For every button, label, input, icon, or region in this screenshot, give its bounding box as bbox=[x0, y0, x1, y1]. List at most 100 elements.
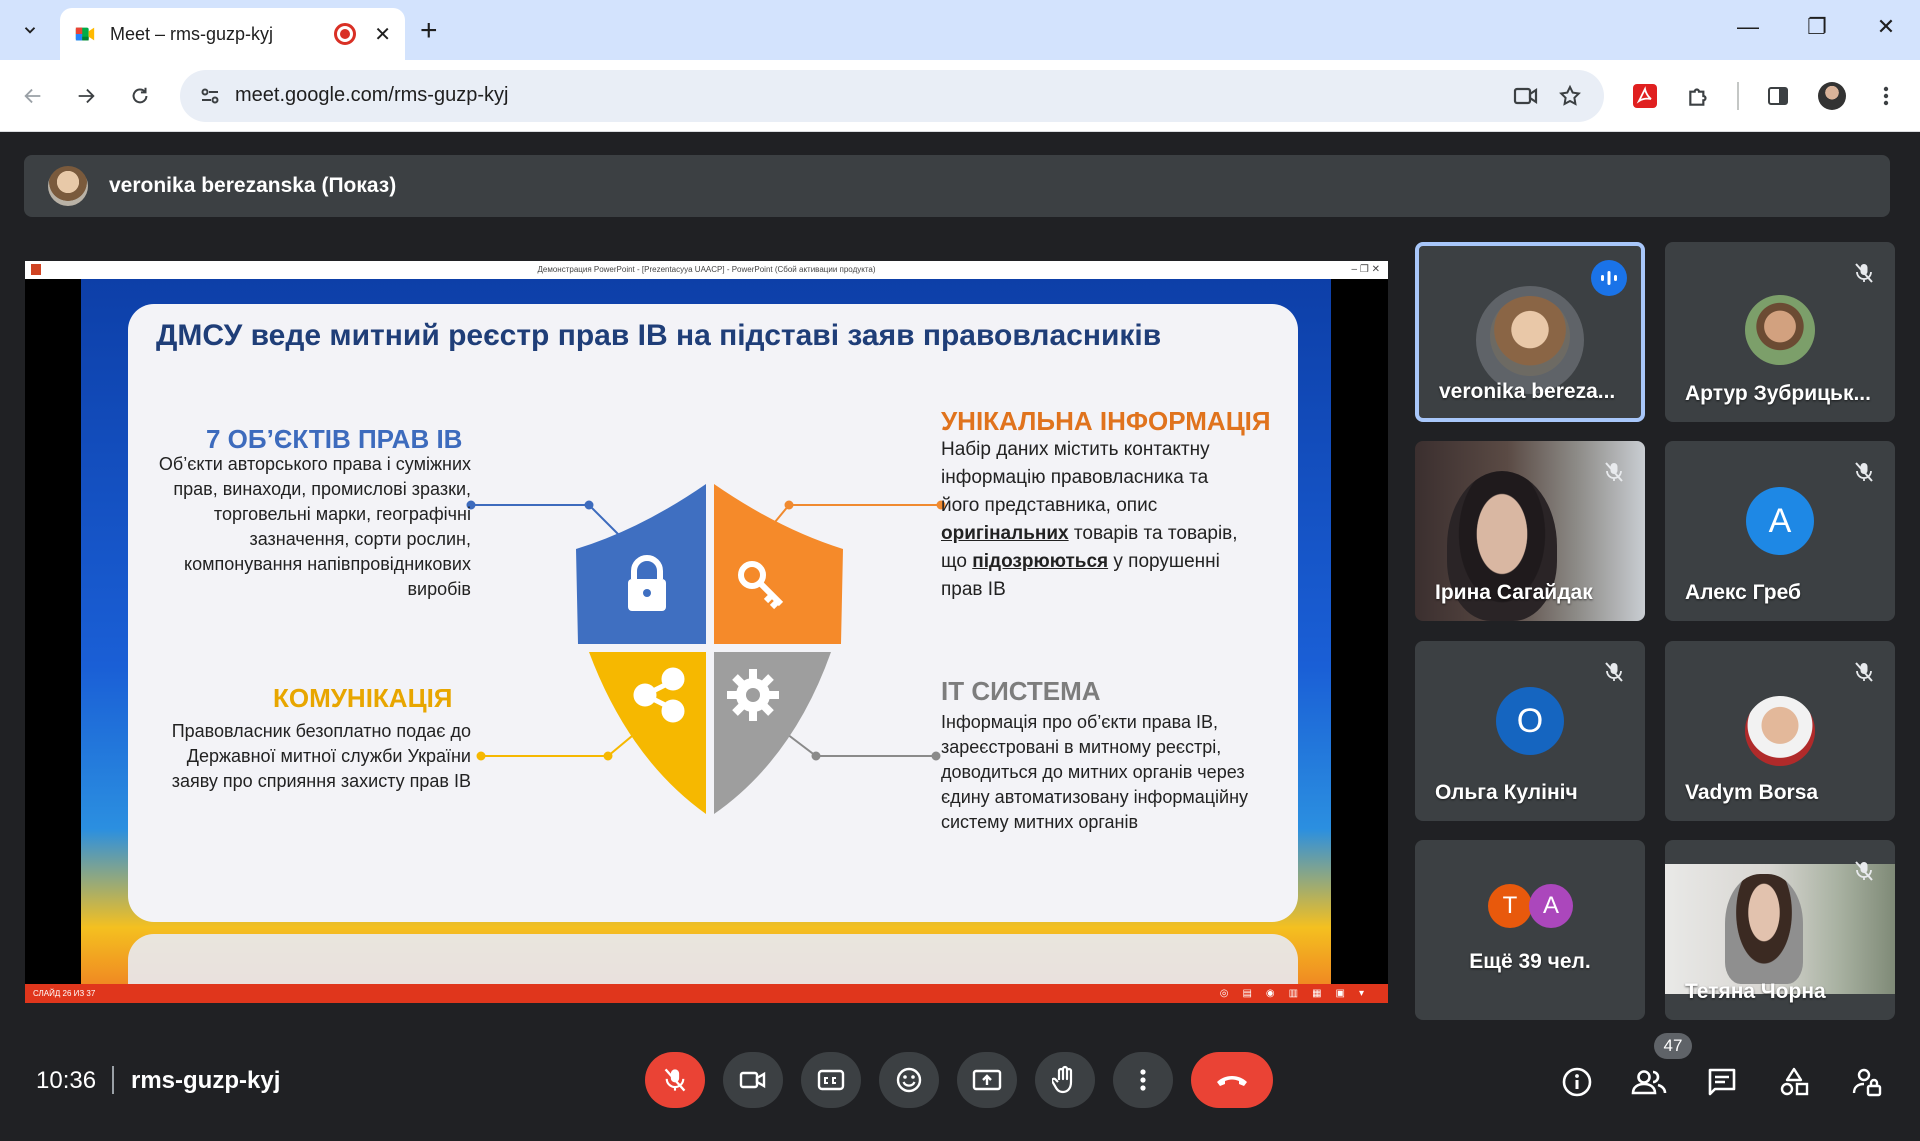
others-avatar-initial: T bbox=[1488, 884, 1532, 928]
ppt-window-title: Демонстрация PowerPoint - [Prezentacyya … bbox=[25, 261, 1388, 279]
shield-diagram bbox=[466, 484, 946, 814]
text-line: що підозрюються у порушенні bbox=[941, 548, 1291, 576]
toolbar-divider bbox=[1737, 82, 1739, 110]
participant-initial-avatar: A bbox=[1746, 487, 1814, 555]
shield-quadrant-yellow bbox=[589, 652, 706, 814]
browser-tab-meet[interactable]: Meet – rms-guzp-kyj ✕ bbox=[60, 8, 405, 60]
slide-counter: СЛАЙД 26 ИЗ 37 bbox=[33, 989, 96, 998]
more-vert-icon bbox=[1140, 1069, 1146, 1091]
ppt-view-controls[interactable]: ◎▤◉▥▦▣▾ bbox=[1220, 984, 1378, 1003]
bottom-bar-divider bbox=[112, 1066, 114, 1094]
text-line: Державної митної служби України bbox=[186, 746, 471, 766]
participant-name: Ольга Кулініч bbox=[1435, 781, 1578, 804]
present-screen-button[interactable] bbox=[957, 1052, 1017, 1108]
text-line: Правовласник безоплатно подає до bbox=[171, 721, 471, 741]
ppt-window-controls: – ❐ ✕ bbox=[1351, 264, 1380, 275]
back-button[interactable] bbox=[15, 78, 51, 114]
camera-toggle-button[interactable] bbox=[723, 1052, 783, 1108]
call-end-icon bbox=[1217, 1076, 1247, 1086]
text-line: його представника, опис bbox=[941, 495, 1158, 516]
address-bar[interactable]: meet.google.com/rms-guzp-kyj bbox=[180, 70, 1604, 122]
participant-tile[interactable]: Vadym Borsa bbox=[1665, 641, 1895, 821]
meeting-code: rms-guzp-kyj bbox=[131, 1067, 281, 1094]
mic-off-icon bbox=[1847, 455, 1881, 489]
reload-button[interactable] bbox=[122, 78, 158, 114]
text-line: торговельні марки, географічні bbox=[213, 504, 471, 524]
text-line: Інформація про об’єкти права ІВ, bbox=[941, 712, 1219, 732]
participant-name: Артур Зубрицьк... bbox=[1685, 382, 1871, 405]
people-button[interactable] bbox=[1631, 1064, 1667, 1100]
text-line: оригінальних товарів та товарів, bbox=[941, 520, 1291, 548]
meeting-clock: 10:36 bbox=[36, 1067, 97, 1094]
reactions-button[interactable] bbox=[879, 1052, 939, 1108]
close-tab-icon[interactable]: ✕ bbox=[374, 22, 391, 47]
participant-tile[interactable]: A Алекс Греб bbox=[1665, 441, 1895, 621]
activities-button[interactable] bbox=[1776, 1064, 1812, 1100]
browser-menu-icon[interactable] bbox=[1870, 80, 1902, 112]
leave-call-button[interactable] bbox=[1191, 1052, 1273, 1108]
video-camera-icon bbox=[739, 1071, 766, 1089]
browser-toolbar: meet.google.com/rms-guzp-kyj bbox=[0, 60, 1920, 132]
chat-button[interactable] bbox=[1704, 1064, 1740, 1100]
text-line: заяву про сприяння захисту прав ІВ bbox=[171, 771, 471, 791]
tab-title: Meet – rms-guzp-kyj bbox=[110, 23, 274, 44]
url-text: meet.google.com/rms-guzp-kyj bbox=[235, 84, 509, 106]
block-text-ip-objects: Об’єкти авторського права і суміжних пра… bbox=[126, 452, 471, 602]
google-meet-icon bbox=[75, 27, 95, 41]
bookmark-star-icon[interactable] bbox=[1554, 80, 1586, 112]
host-controls-button[interactable] bbox=[1849, 1064, 1885, 1100]
text-line: Об’єкти авторського права і суміжних bbox=[158, 454, 471, 474]
others-avatar-initial: A bbox=[1529, 884, 1573, 928]
powerpoint-icon bbox=[31, 264, 41, 275]
raise-hand-button[interactable] bbox=[1035, 1052, 1095, 1108]
participant-tile-speaking[interactable]: veronika bereza... bbox=[1415, 242, 1645, 422]
participant-avatar bbox=[1745, 696, 1815, 766]
site-settings-icon[interactable] bbox=[198, 84, 222, 108]
pdf-extension-icon[interactable] bbox=[1629, 80, 1661, 112]
minimize-window-button[interactable]: — bbox=[1728, 14, 1768, 40]
participant-tile[interactable]: O Ольга Кулініч bbox=[1415, 641, 1645, 821]
meeting-details-button[interactable] bbox=[1559, 1064, 1595, 1100]
shield-quadrant-gray bbox=[714, 652, 831, 814]
others-tile[interactable]: T A Ещё 39 чел. bbox=[1415, 840, 1645, 1020]
text-line: доводиться до митних органів через bbox=[941, 762, 1245, 782]
forward-button[interactable] bbox=[68, 78, 104, 114]
closed-captions-icon bbox=[817, 1069, 845, 1091]
connector-bottom-right bbox=[782, 730, 941, 761]
emphasis-suspected: підозрюються bbox=[972, 551, 1109, 572]
restore-window-button[interactable]: ❐ bbox=[1797, 14, 1837, 40]
tab-search-button[interactable] bbox=[10, 10, 50, 50]
profile-avatar[interactable] bbox=[1816, 80, 1848, 112]
arrow-left-icon bbox=[24, 88, 41, 104]
text-line: систему митних органів bbox=[941, 812, 1139, 832]
more-options-button[interactable] bbox=[1113, 1052, 1173, 1108]
side-panel-icon[interactable] bbox=[1762, 80, 1794, 112]
reload-icon bbox=[132, 87, 148, 104]
participant-tile[interactable]: Артур Зубрицьк... bbox=[1665, 242, 1895, 422]
new-tab-button[interactable]: + bbox=[420, 14, 438, 48]
activities-icon bbox=[1780, 1067, 1809, 1096]
participant-tile-video[interactable]: Ірина Сагайдак bbox=[1415, 441, 1645, 621]
captions-button[interactable] bbox=[801, 1052, 861, 1108]
slide: ДМСУ веде митний реєстр прав ІВ на підст… bbox=[81, 279, 1331, 984]
info-icon bbox=[1562, 1067, 1592, 1097]
text-line: Набір даних містить контактну bbox=[941, 439, 1210, 460]
participant-tile-video[interactable]: Тетяна Чорна bbox=[1665, 840, 1895, 1020]
hand-icon bbox=[1052, 1065, 1073, 1094]
block-title-communication: КОМУНІКАЦІЯ bbox=[273, 683, 453, 713]
ppt-status-bar: СЛАЙД 26 ИЗ 37 ◎▤◉▥▦▣▾ bbox=[25, 984, 1388, 1003]
extensions-icon[interactable] bbox=[1683, 80, 1715, 112]
others-count-label: Ещё 39 чел. bbox=[1469, 950, 1591, 973]
text-line: зазначення, сорти рослин, bbox=[249, 529, 471, 549]
present-to-all-icon bbox=[972, 1069, 1002, 1091]
people-icon bbox=[1631, 1070, 1667, 1095]
close-window-button[interactable]: ✕ bbox=[1866, 14, 1906, 40]
browser-tab-strip: Meet – rms-guzp-kyj ✕ + — ❐ ✕ bbox=[0, 0, 1920, 60]
mic-off-icon bbox=[1847, 854, 1881, 888]
microphone-toggle-button[interactable] bbox=[645, 1052, 705, 1108]
participant-name: veronika bereza... bbox=[1439, 380, 1616, 403]
block-title-it-system: ІТ СИСТЕМА bbox=[941, 676, 1101, 706]
block-text-unique-info: Набір даних містить контактну інформацію… bbox=[941, 436, 1291, 604]
camera-in-use-icon[interactable] bbox=[1510, 80, 1542, 112]
participant-avatar bbox=[1745, 295, 1815, 365]
